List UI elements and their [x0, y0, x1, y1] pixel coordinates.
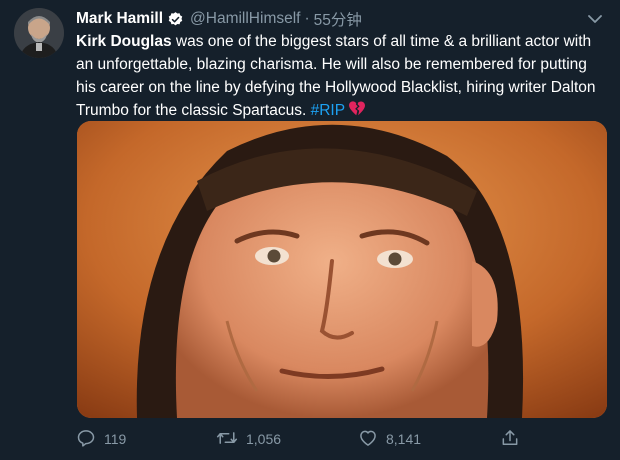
verified-badge-icon [167, 11, 184, 28]
retweet-count: 1,056 [246, 431, 282, 447]
reply-count: 119 [104, 431, 127, 447]
reply-button[interactable]: 119 [76, 428, 126, 451]
mention-name: Kirk Douglas [76, 33, 172, 50]
retweet-button[interactable]: 1,056 [216, 428, 281, 451]
avatar[interactable] [14, 8, 64, 58]
user-handle[interactable]: @HamillHimself [190, 10, 300, 28]
timestamp[interactable]: 55分钟 [314, 8, 362, 30]
display-name[interactable]: Mark Hamill [76, 10, 163, 28]
share-button[interactable] [500, 428, 520, 451]
tweet-header: Mark Hamill @HamillHimself · 55分钟 [76, 8, 580, 30]
hashtag-link[interactable]: #RIP [311, 102, 345, 119]
share-icon [500, 428, 520, 451]
heart-icon [358, 428, 378, 451]
tweet-text: Kirk Douglas was one of the biggest star… [76, 30, 606, 124]
separator-dot: · [304, 10, 310, 27]
reply-icon [76, 428, 96, 451]
tweet-card[interactable]: Mark Hamill @HamillHimself · 55分钟 Kirk D… [0, 0, 620, 460]
tweet-photo[interactable] [77, 121, 607, 418]
like-button[interactable]: 8,141 [358, 428, 421, 451]
retweet-icon [216, 428, 238, 451]
tweet-actions: 119 1,056 8,141 [76, 425, 536, 453]
like-count: 8,141 [386, 431, 422, 447]
chevron-down-icon[interactable] [586, 10, 604, 28]
